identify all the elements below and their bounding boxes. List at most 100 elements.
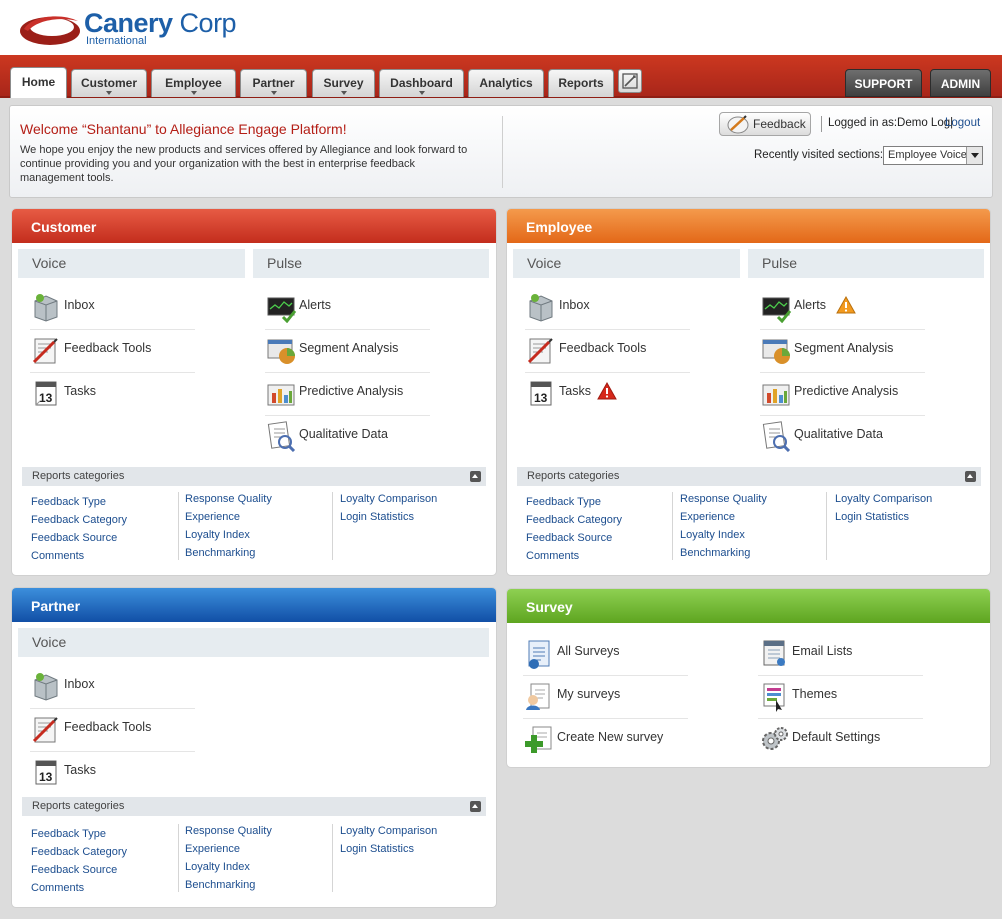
email-lists-icon	[763, 640, 785, 666]
report-link-loyalty-index[interactable]: Loyalty Index	[185, 861, 250, 873]
employee-qualitative-data-label: Qualitative Data	[794, 427, 883, 441]
report-link-feedback-type[interactable]: Feedback Type	[31, 496, 106, 508]
employee-predictive-analysis[interactable]: Predictive Analysis	[754, 373, 954, 416]
collapse-icon[interactable]	[470, 801, 481, 812]
report-link-loyalty-comparison[interactable]: Loyalty Comparison	[340, 825, 437, 837]
chevron-down-icon	[340, 91, 347, 95]
report-link-loyalty-index[interactable]: Loyalty Index	[185, 529, 250, 541]
edit-tabs-icon[interactable]	[618, 69, 642, 93]
report-link-benchmarking[interactable]: Benchmarking	[185, 879, 255, 891]
tab-reports[interactable]: Reports	[548, 69, 614, 97]
report-link-response-quality[interactable]: Response Quality	[680, 493, 767, 505]
employee-segment-analysis[interactable]: Segment Analysis	[754, 330, 954, 373]
alerts-monitor-icon	[762, 297, 792, 323]
report-link-comments[interactable]: Comments	[526, 550, 579, 562]
employee-reports-categories-bar: Reports categories	[517, 467, 981, 486]
feedback-button[interactable]: Feedback	[719, 112, 811, 136]
company-logo[interactable]: Canery Corp International	[18, 8, 238, 50]
partner-voice-header: Voice	[18, 628, 489, 657]
tab-dashboard[interactable]: Dashboard	[379, 69, 464, 97]
partner-reports-categories-bar: Reports categories	[22, 797, 486, 816]
qualitative-data-icon	[267, 421, 296, 452]
report-link-login-statistics[interactable]: Login Statistics	[340, 843, 414, 855]
tab-partner[interactable]: Partner	[240, 69, 307, 97]
customer-inbox[interactable]: Inbox	[24, 287, 224, 330]
report-link-comments[interactable]: Comments	[31, 550, 84, 562]
partner-feedback-tools-label: Feedback Tools	[64, 720, 152, 734]
employee-feedback-tools[interactable]: Feedback Tools	[519, 330, 719, 373]
recent-sections-select[interactable]: Employee Voice	[883, 146, 983, 165]
main-nav: Home Customer Employee Partner Survey Da…	[0, 55, 1002, 98]
inbox-icon	[34, 673, 58, 701]
report-link-experience[interactable]: Experience	[185, 511, 240, 523]
report-link-loyalty-comparison[interactable]: Loyalty Comparison	[340, 493, 437, 505]
report-link-experience[interactable]: Experience	[680, 511, 735, 523]
survey-create-new[interactable]: Create New survey	[517, 719, 717, 759]
report-link-benchmarking[interactable]: Benchmarking	[185, 547, 255, 559]
report-link-feedback-category[interactable]: Feedback Category	[31, 846, 127, 858]
customer-segment-analysis[interactable]: Segment Analysis	[259, 330, 459, 373]
top-header: Canery Corp International	[0, 0, 1002, 55]
partner-tasks[interactable]: 13 Tasks	[24, 752, 224, 792]
divider	[178, 824, 179, 892]
survey-all-surveys[interactable]: All Surveys	[517, 633, 717, 676]
divider	[332, 824, 333, 892]
report-link-feedback-category[interactable]: Feedback Category	[31, 514, 127, 526]
survey-themes[interactable]: Themes	[752, 676, 952, 719]
customer-predictive-analysis-label: Predictive Analysis	[299, 384, 404, 398]
report-link-benchmarking[interactable]: Benchmarking	[680, 547, 750, 559]
employee-reports-categories-label: Reports categories	[527, 470, 620, 482]
report-link-response-quality[interactable]: Response Quality	[185, 493, 272, 505]
employee-inbox[interactable]: Inbox	[519, 287, 719, 330]
report-link-loyalty-index[interactable]: Loyalty Index	[680, 529, 745, 541]
my-surveys-icon	[526, 683, 550, 710]
survey-my-surveys[interactable]: My surveys	[517, 676, 717, 719]
employee-qualitative-data[interactable]: Qualitative Data	[754, 416, 954, 456]
report-link-feedback-type[interactable]: Feedback Type	[31, 828, 106, 840]
tab-employee[interactable]: Employee	[151, 69, 236, 97]
report-link-feedback-source[interactable]: Feedback Source	[31, 532, 117, 544]
employee-feedback-tools-label: Feedback Tools	[559, 341, 647, 355]
report-link-feedback-type[interactable]: Feedback Type	[526, 496, 601, 508]
customer-reports-categories-bar: Reports categories	[22, 467, 486, 486]
employee-alerts[interactable]: Alerts	[754, 287, 954, 330]
report-link-comments[interactable]: Comments	[31, 882, 84, 894]
customer-feedback-tools[interactable]: Feedback Tools	[24, 330, 224, 373]
tab-survey[interactable]: Survey	[312, 69, 375, 97]
admin-button[interactable]: ADMIN	[930, 69, 991, 97]
collapse-icon[interactable]	[965, 471, 976, 482]
divider	[332, 492, 333, 560]
welcome-description: We hope you enjoy the new products and s…	[20, 144, 468, 184]
customer-predictive-analysis[interactable]: Predictive Analysis	[259, 373, 459, 416]
tab-analytics[interactable]: Analytics	[468, 69, 544, 97]
chevron-down-icon	[966, 147, 982, 164]
report-link-login-statistics[interactable]: Login Statistics	[835, 511, 909, 523]
inbox-icon	[34, 294, 58, 322]
customer-alerts[interactable]: Alerts	[259, 287, 459, 330]
report-link-feedback-category[interactable]: Feedback Category	[526, 514, 622, 526]
report-link-response-quality[interactable]: Response Quality	[185, 825, 272, 837]
logout-link[interactable]: Logout	[945, 117, 980, 129]
report-link-feedback-source[interactable]: Feedback Source	[31, 864, 117, 876]
support-button[interactable]: SUPPORT	[845, 69, 922, 97]
survey-default-settings[interactable]: Default Settings	[752, 719, 952, 759]
tab-customer[interactable]: Customer	[71, 69, 147, 97]
partner-inbox-label: Inbox	[64, 677, 95, 691]
customer-qualitative-data[interactable]: Qualitative Data	[259, 416, 459, 456]
feedback-tools-icon	[527, 338, 553, 364]
report-link-feedback-source[interactable]: Feedback Source	[526, 532, 612, 544]
logged-in-text: Logged in as:Demo Log|	[828, 117, 954, 129]
chevron-down-icon	[106, 91, 112, 95]
report-link-experience[interactable]: Experience	[185, 843, 240, 855]
report-link-login-statistics[interactable]: Login Statistics	[340, 511, 414, 523]
tab-home[interactable]: Home	[10, 67, 67, 98]
employee-tasks[interactable]: 13 Tasks	[519, 373, 719, 413]
collapse-icon[interactable]	[470, 471, 481, 482]
report-link-loyalty-comparison[interactable]: Loyalty Comparison	[835, 493, 932, 505]
customer-tasks[interactable]: 13 Tasks	[24, 373, 224, 413]
survey-email-lists[interactable]: Email Lists	[752, 633, 952, 676]
svg-text:13: 13	[534, 391, 548, 405]
employee-pulse-header: Pulse	[748, 249, 984, 278]
partner-feedback-tools[interactable]: Feedback Tools	[24, 709, 224, 752]
partner-inbox[interactable]: Inbox	[24, 666, 224, 709]
